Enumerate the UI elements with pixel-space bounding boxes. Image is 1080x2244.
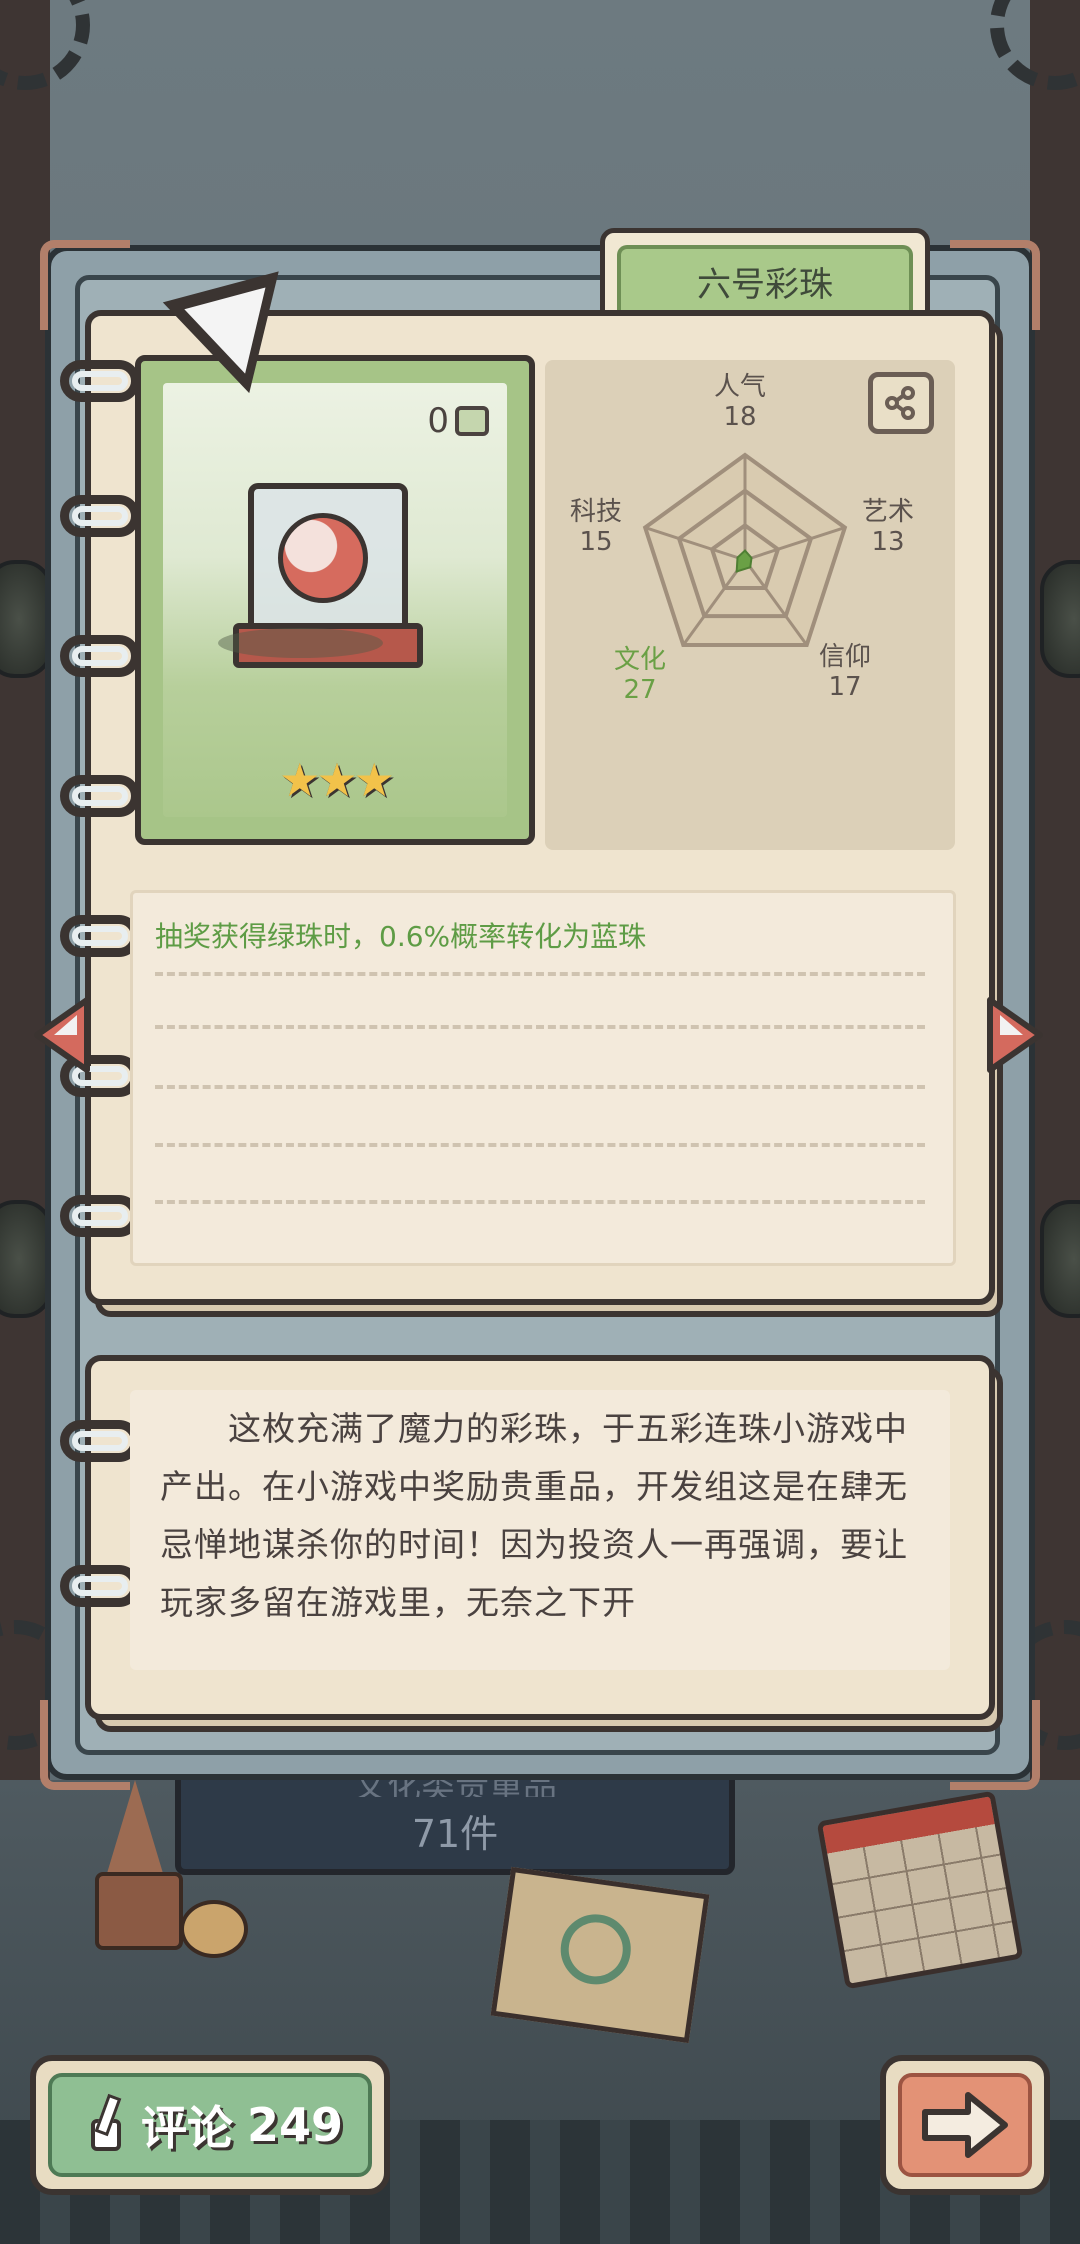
stat-technology-value: 15 [579,527,613,557]
puzzle-piece-icon [455,406,489,436]
calendar-decoration [816,1790,1024,1990]
statue-decoration [80,1780,190,1950]
item-title: 六号彩珠 [617,245,913,313]
forward-button-inner [898,2073,1032,2177]
lamp-icon [1040,560,1080,678]
star-rating: ★★★ [279,753,395,807]
arrow-left-icon [34,997,90,1073]
story-text[interactable]: 这枚充满了魔力的彩珠，于五彩连珠小游戏中产出。在小游戏中奖励贵重品，开发组这是在… [160,1400,920,1632]
stat-popularity-label: 人气 [713,372,766,402]
stat-art: 艺术 13 [858,497,918,557]
stat-faith-label: 信仰 [818,642,871,672]
ruled-line [155,1025,925,1029]
ruled-line [155,972,925,976]
binder-ring [60,635,140,677]
binder-ring [60,1420,140,1462]
stat-culture: 文化 27 [610,645,670,705]
binder-ring [60,360,140,402]
fragment-counter: 0 [427,401,489,441]
arrow-right-icon [987,997,1043,1073]
stat-faith: 信仰 17 [815,642,875,702]
coin-icon [180,1900,248,1958]
stat-technology-label: 科技 [569,497,622,527]
binder-ring [60,495,140,537]
share-icon [885,386,915,420]
colored-bead-item-icon [233,483,423,713]
fragment-count: 0 [427,401,449,441]
share-button[interactable] [868,372,934,434]
stat-art-label: 艺术 [861,497,914,527]
binder-ring [60,1565,140,1607]
stat-popularity: 人气 18 [710,372,770,432]
binder-ring [60,1195,140,1237]
stat-faith-value: 17 [828,672,862,702]
stat-popularity-value: 18 [723,402,757,432]
stat-culture-label: 文化 [613,645,666,675]
plaque-count: 71件 [411,1812,499,1856]
stat-culture-value: 27 [623,675,657,705]
item-shadow [218,628,383,658]
effect-text: 抽奖获得绿珠时，0.6%概率转化为蓝珠 [155,920,647,953]
comment-button-inner: 评论 249 [48,2073,372,2177]
stat-art-value: 13 [871,527,905,557]
stat-technology: 科技 15 [566,497,626,557]
forward-button[interactable] [880,2055,1050,2195]
map-scrap-decoration [490,1866,710,2044]
binder-ring [60,915,140,957]
comment-button[interactable]: 评论 249 [30,2055,390,2195]
ruled-line [155,1200,925,1204]
arrow-right-icon [922,2092,1008,2158]
binder-ring [60,775,140,817]
item-card[interactable]: 0 ★★★ [135,355,535,845]
lamp-icon [1040,1200,1080,1318]
previous-item-button[interactable] [32,995,92,1075]
ruled-line [155,1085,925,1089]
comment-label: 评论 [140,2101,233,2155]
ruled-line [155,1143,925,1147]
title-tab: 六号彩珠 [600,228,930,318]
item-card-inner: 0 ★★★ [163,383,507,817]
next-item-button[interactable] [985,995,1045,1075]
quill-icon [77,2095,127,2155]
comment-count: 249 [246,2098,344,2152]
